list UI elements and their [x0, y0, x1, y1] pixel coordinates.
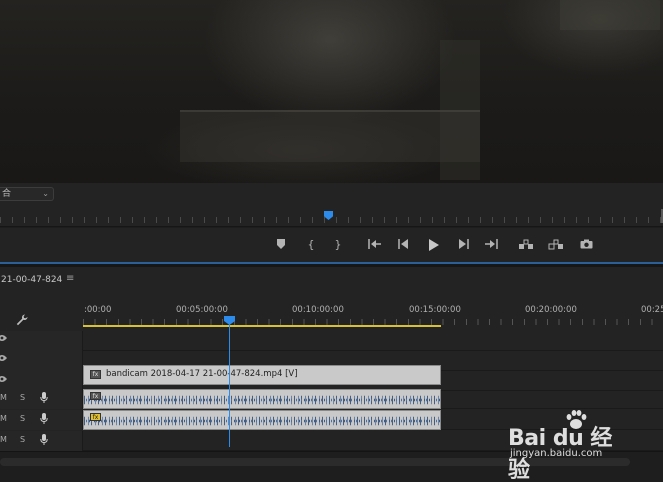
- fx-badge[interactable]: fx: [90, 413, 101, 421]
- time-label: 00:10:00:00: [292, 305, 344, 315]
- solo-button[interactable]: S: [20, 393, 25, 402]
- track-header: M S: [0, 410, 83, 430]
- timeline-header: 21-00-47-824 ≡: [0, 267, 663, 295]
- transport-controls: { }: [0, 228, 663, 262]
- go-to-out-icon[interactable]: [483, 239, 499, 251]
- wrench-icon[interactable]: [16, 314, 28, 329]
- mute-button[interactable]: M: [0, 435, 7, 444]
- monitor-time-ruler[interactable]: [0, 205, 663, 227]
- step-forward-icon[interactable]: [456, 239, 470, 251]
- track-header: [0, 331, 83, 351]
- ruler-ticks: [0, 217, 663, 223]
- play-icon[interactable]: [426, 239, 440, 251]
- step-back-icon[interactable]: [397, 239, 411, 251]
- preview-shape: [560, 0, 660, 30]
- marker-icon[interactable]: [276, 239, 286, 251]
- time-label: :00:00: [84, 305, 112, 315]
- paw-icon: [566, 410, 587, 429]
- fit-select[interactable]: 合 ⌄: [0, 187, 54, 201]
- go-to-in-icon[interactable]: [367, 239, 383, 251]
- clip-name: bandicam 2018-04-17 21-00-47-824.mp4 [V]: [106, 369, 298, 379]
- watermark: Bai du 经验 jingyan.baidu.com: [508, 408, 628, 482]
- eye-icon[interactable]: [0, 375, 7, 386]
- timeline-ruler[interactable]: :00:00 00:05:00:00 00:10:00:00 00:15:00:…: [0, 295, 663, 331]
- audio-clip[interactable]: fx: [83, 389, 441, 409]
- audio-clip[interactable]: fx: [83, 410, 441, 430]
- time-label: 00:05:00:00: [176, 305, 228, 315]
- video-clip[interactable]: fx bandicam 2018-04-17 21-00-47-824.mp4 …: [83, 365, 441, 385]
- fx-badge[interactable]: fx: [90, 370, 101, 379]
- track-header: M S: [0, 389, 83, 409]
- track-header: [0, 371, 83, 391]
- time-label: 00:15:00:00: [409, 305, 461, 315]
- fx-badge[interactable]: fx: [90, 392, 101, 400]
- sequence-tab[interactable]: 21-00-47-824: [1, 275, 62, 285]
- camera-icon[interactable]: [578, 239, 594, 251]
- audio-waveform: [84, 398, 440, 402]
- time-label: 00:25: [641, 305, 663, 315]
- fit-select-label: 合: [2, 189, 12, 199]
- tab-menu-icon[interactable]: ≡: [66, 273, 74, 284]
- preview-shape: [180, 110, 480, 162]
- track-header: M S: [0, 431, 83, 451]
- mark-out-icon[interactable]: }: [333, 239, 343, 251]
- watermark-url: jingyan.baidu.com: [510, 448, 603, 459]
- time-label: 00:20:00:00: [525, 305, 577, 315]
- solo-button[interactable]: S: [20, 414, 25, 423]
- eye-icon[interactable]: [0, 354, 7, 365]
- lift-icon[interactable]: [517, 239, 535, 251]
- mute-button[interactable]: M: [0, 393, 7, 402]
- work-area-bar[interactable]: [83, 325, 441, 327]
- chevron-down-icon: ⌄: [42, 189, 49, 198]
- microphone-icon[interactable]: [40, 413, 48, 427]
- microphone-icon[interactable]: [40, 392, 48, 406]
- solo-button[interactable]: S: [20, 435, 25, 444]
- audio-waveform: [84, 419, 440, 423]
- monitor-fit-bar: 合 ⌄: [0, 183, 663, 205]
- track-header: [0, 351, 83, 371]
- playhead-line[interactable]: [229, 321, 230, 447]
- mute-button[interactable]: M: [0, 414, 7, 423]
- track-v3: [0, 331, 663, 351]
- eye-icon[interactable]: [0, 334, 7, 345]
- mark-in-icon[interactable]: {: [306, 239, 316, 251]
- microphone-icon[interactable]: [40, 434, 48, 448]
- program-monitor-preview: [0, 0, 663, 183]
- extract-icon[interactable]: [547, 239, 565, 251]
